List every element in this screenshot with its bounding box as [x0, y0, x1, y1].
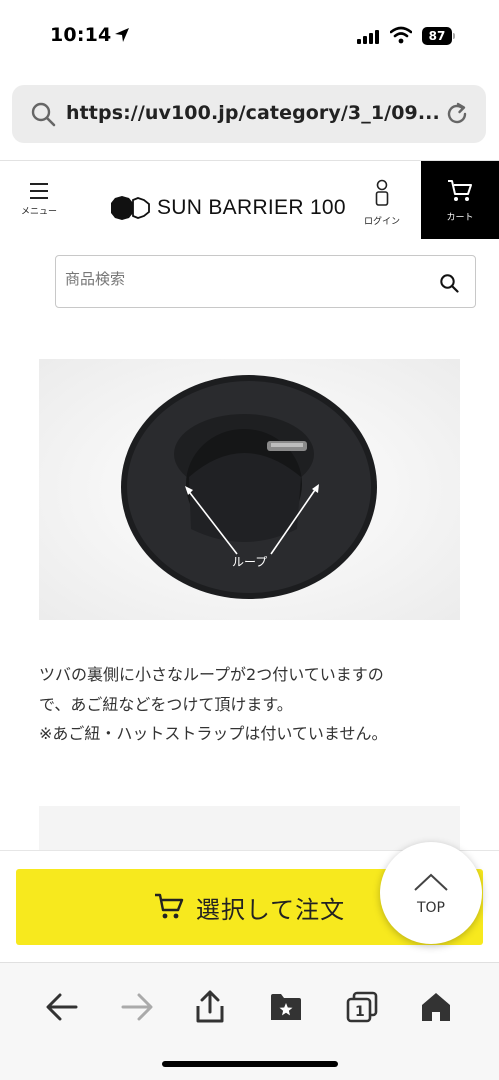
product-search-input[interactable]: [65, 270, 425, 288]
scroll-to-top-button[interactable]: TOP: [380, 842, 482, 944]
reload-icon[interactable]: [444, 101, 470, 131]
loop-annotation: ループ: [232, 555, 267, 569]
tab-count: 1: [355, 1004, 365, 1020]
description-line: で、あご紐などをつけて頂けます。: [39, 694, 293, 714]
battery-tip: [453, 33, 455, 39]
menu-button[interactable]: メニュー: [18, 183, 60, 229]
wifi-icon: [389, 26, 413, 48]
home-indicator: [162, 1061, 338, 1067]
status-time: 10:14: [50, 24, 112, 46]
share-icon: [196, 990, 224, 1023]
home-button[interactable]: [416, 987, 456, 1027]
cart-label: カート: [446, 213, 474, 223]
description-line: ツバの裏側に小さなループが2つ付いていますの: [39, 665, 384, 684]
tabs-icon: 1: [346, 991, 378, 1023]
cart-icon: [154, 893, 184, 919]
battery-icon: 87: [422, 27, 452, 45]
product-search-box[interactable]: [55, 255, 476, 308]
cart-icon: [448, 180, 472, 201]
url-bar[interactable]: https://uv100.jp/category/3_1/09...: [12, 85, 486, 143]
logo-text: SUN BARRIER 100: [157, 196, 346, 219]
status-bar: 10:14 87: [0, 0, 499, 78]
top-label: TOP: [416, 900, 445, 916]
url-text[interactable]: https://uv100.jp/category/3_1/09...: [66, 102, 440, 124]
home-icon: [422, 993, 450, 1021]
browser-toolbar: 1: [0, 962, 499, 1080]
search-icon[interactable]: [439, 273, 459, 297]
cart-button[interactable]: カート: [421, 161, 499, 239]
back-arrow-icon: [46, 993, 78, 1021]
description-line: ※あご紐・ハットストラップは付いていません。: [39, 724, 388, 743]
search-icon: [30, 101, 56, 131]
forward-button[interactable]: [117, 987, 157, 1027]
hamburger-icon: [30, 183, 48, 199]
logo-mark-icon: [111, 196, 150, 220]
site-header: メニュー SUN BARRIER 100 ログイン カート: [0, 161, 499, 239]
bookmarks-button[interactable]: [266, 987, 306, 1027]
cellular-signal-icon: [357, 30, 379, 44]
share-button[interactable]: [190, 987, 230, 1027]
chevron-up-icon: [414, 873, 448, 891]
login-button[interactable]: ログイン: [360, 179, 404, 229]
user-icon: [375, 179, 389, 206]
order-button-label: 選択して注文: [195, 895, 346, 924]
site-logo[interactable]: SUN BARRIER 100: [109, 195, 346, 221]
forward-arrow-icon: [121, 993, 153, 1021]
login-label: ログイン: [363, 217, 400, 227]
product-photo-hat-underside: ループ: [39, 359, 460, 620]
tabs-button[interactable]: 1: [342, 987, 382, 1027]
product-description: ツバの裏側に小さなループが2つ付いていますの で、あご紐などをつけて頂けます。 …: [39, 660, 469, 749]
back-button[interactable]: [42, 987, 82, 1027]
location-arrow-icon: [114, 27, 130, 47]
bookmarks-icon: [271, 994, 301, 1020]
menu-label: メニュー: [20, 207, 57, 217]
